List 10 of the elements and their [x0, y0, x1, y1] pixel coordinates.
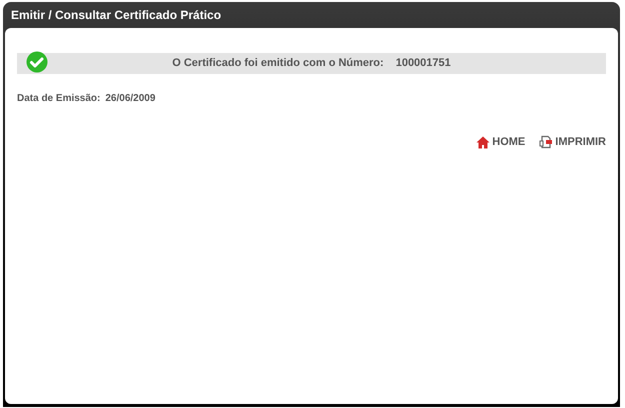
window-title: Emitir / Consultar Certificado Prático [11, 7, 222, 24]
issue-date-label: Data de Emissão: [17, 92, 100, 106]
message-text: O Certificado foi emitido com o Número: [172, 56, 384, 72]
certificate-number: 100001751 [396, 56, 451, 72]
home-link[interactable]: HOME [476, 134, 526, 150]
check-icon [26, 51, 48, 73]
house-icon [476, 136, 490, 149]
print-link[interactable]: IMPRIMIR [539, 134, 606, 150]
printer-icon [539, 135, 554, 150]
issue-date-value: 26/06/2009 [105, 92, 156, 106]
